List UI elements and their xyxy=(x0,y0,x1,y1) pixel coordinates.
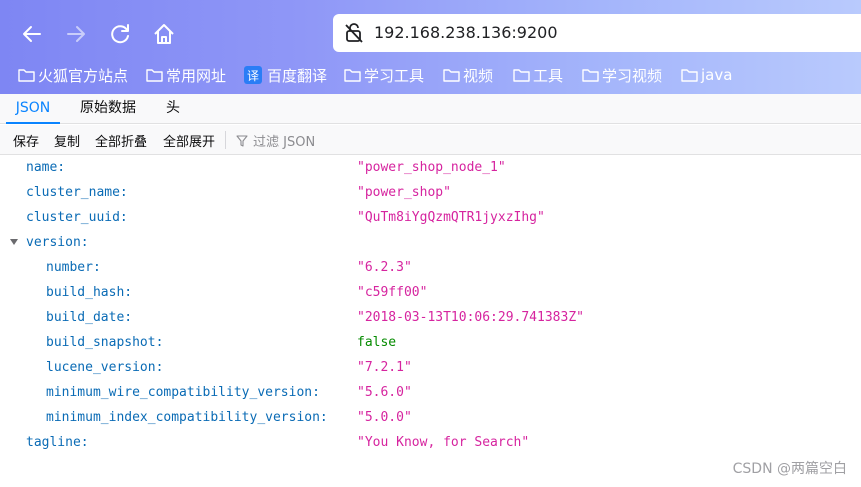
watermark: CSDN @两篇空白 xyxy=(732,461,847,477)
folder-icon xyxy=(146,69,163,82)
folder-icon xyxy=(513,69,530,82)
json-key: minimum_wire_compatibility_version: xyxy=(46,385,320,400)
json-row[interactable]: cluster_uuid: "QuTm8iYgQzmQTR1jyxzIhg" xyxy=(0,205,861,230)
json-value: "QuTm8iYgQzmQTR1jyxzIhg" xyxy=(357,210,545,225)
json-value: "You Know, for Search" xyxy=(357,435,530,450)
forward-button[interactable] xyxy=(62,20,90,48)
json-row[interactable]: minimum_wire_compatibility_version: "5.6… xyxy=(0,380,861,405)
folder-icon xyxy=(18,69,35,82)
json-key: cluster_name: xyxy=(26,185,128,200)
json-value: "power_shop" xyxy=(357,185,451,200)
filter-placeholder: 过滤 JSON xyxy=(253,135,316,150)
json-value: "5.0.0" xyxy=(357,410,412,425)
reload-icon xyxy=(111,24,129,44)
bookmark-folder[interactable]: 学习视频 xyxy=(582,64,662,86)
url-text[interactable]: 192.168.238.136:9200 xyxy=(374,23,558,42)
tab-raw-data[interactable]: 原始数据 xyxy=(80,94,136,124)
json-key: build_snapshot: xyxy=(46,335,164,350)
filter-icon xyxy=(236,134,248,147)
copy-button[interactable]: 复制 xyxy=(54,131,80,150)
json-key: build_hash: xyxy=(46,285,133,300)
bookmarks-toolbar: 火狐官方站点 常用网址 译 百度翻译 学习工具 视频 工具 学习视频 java xyxy=(0,62,861,88)
json-row-expandable[interactable]: version: xyxy=(0,230,861,255)
json-value: "5.6.0" xyxy=(357,385,412,400)
json-row[interactable]: number: "6.2.3" xyxy=(0,255,861,280)
json-row[interactable]: build_date: "2018-03-13T10:06:29.741383Z… xyxy=(0,305,861,330)
json-value: "2018-03-13T10:06:29.741383Z" xyxy=(357,310,584,325)
expand-triangle-icon[interactable] xyxy=(10,239,18,245)
bookmark-link[interactable]: 译 百度翻译 xyxy=(244,64,327,86)
bookmark-folder[interactable]: java xyxy=(681,64,732,86)
json-toolbar: 保存 复制 全部折叠 全部展开 过滤 JSON xyxy=(0,125,861,155)
tab-headers[interactable]: 头 xyxy=(166,94,180,124)
filter-json-input[interactable]: 过滤 JSON xyxy=(236,131,315,150)
toolbar-divider xyxy=(225,131,226,149)
bookmark-folder[interactable]: 火狐官方站点 xyxy=(18,64,128,86)
json-row[interactable]: name: "power_shop_node_1" xyxy=(0,155,861,180)
json-value: "7.2.1" xyxy=(357,360,412,375)
bookmark-folder[interactable]: 工具 xyxy=(513,64,563,86)
collapse-all-button[interactable]: 全部折叠 xyxy=(95,131,147,150)
bookmark-label: java xyxy=(701,66,733,84)
browser-chrome: 192.168.238.136:9200 火狐官方站点 常用网址 译 百度翻译 … xyxy=(0,0,861,94)
json-row[interactable]: lucene_version: "7.2.1" xyxy=(0,355,861,380)
bookmark-label: 火狐官方站点 xyxy=(38,66,129,85)
json-key: build_date: xyxy=(46,310,133,325)
bookmark-label: 常用网址 xyxy=(166,66,227,85)
json-row[interactable]: tagline: "You Know, for Search" xyxy=(0,430,861,455)
forward-arrow-icon xyxy=(67,26,85,42)
back-button[interactable] xyxy=(18,20,46,48)
viewer-tab-bar: JSON 原始数据 头 xyxy=(0,94,861,124)
folder-icon xyxy=(582,69,599,82)
bookmark-label: 工具 xyxy=(533,66,564,85)
back-arrow-icon xyxy=(23,26,41,42)
json-key: name: xyxy=(26,160,66,175)
json-value: "6.2.3" xyxy=(357,260,412,275)
json-value: false xyxy=(357,335,397,350)
json-key: number: xyxy=(46,260,101,275)
tab-json[interactable]: JSON xyxy=(6,94,60,124)
bookmark-folder[interactable]: 学习工具 xyxy=(344,64,424,86)
home-button[interactable] xyxy=(150,20,178,48)
json-row[interactable]: build_snapshot: false xyxy=(0,330,861,355)
bookmark-folder[interactable]: 常用网址 xyxy=(146,64,226,86)
insecure-lock-icon[interactable] xyxy=(343,22,365,44)
json-key: lucene_version: xyxy=(46,360,164,375)
json-value: "c59ff00" xyxy=(357,285,428,300)
json-key: tagline: xyxy=(26,435,89,450)
save-button[interactable]: 保存 xyxy=(13,131,39,150)
translate-icon: 译 xyxy=(244,66,262,84)
folder-icon xyxy=(443,69,460,82)
folder-icon xyxy=(681,69,698,82)
folder-icon xyxy=(344,69,361,82)
reload-button[interactable] xyxy=(106,20,134,48)
bookmark-label: 学习工具 xyxy=(364,66,425,85)
bookmark-label: 视频 xyxy=(463,66,494,85)
json-value: "power_shop_node_1" xyxy=(357,160,506,175)
json-key: cluster_uuid: xyxy=(26,210,128,225)
json-row[interactable]: cluster_name: "power_shop" xyxy=(0,180,861,205)
bookmark-folder[interactable]: 视频 xyxy=(443,64,493,86)
json-row[interactable]: build_hash: "c59ff00" xyxy=(0,280,861,305)
bookmark-label: 学习视频 xyxy=(602,66,663,85)
json-row[interactable]: minimum_index_compatibility_version: "5.… xyxy=(0,405,861,430)
bookmark-label: 百度翻译 xyxy=(267,66,328,85)
address-bar[interactable]: 192.168.238.136:9200 xyxy=(333,14,861,52)
expand-all-button[interactable]: 全部展开 xyxy=(163,131,215,150)
home-icon xyxy=(154,24,174,44)
json-key: minimum_index_compatibility_version: xyxy=(46,410,328,425)
json-key: version: xyxy=(26,235,89,250)
